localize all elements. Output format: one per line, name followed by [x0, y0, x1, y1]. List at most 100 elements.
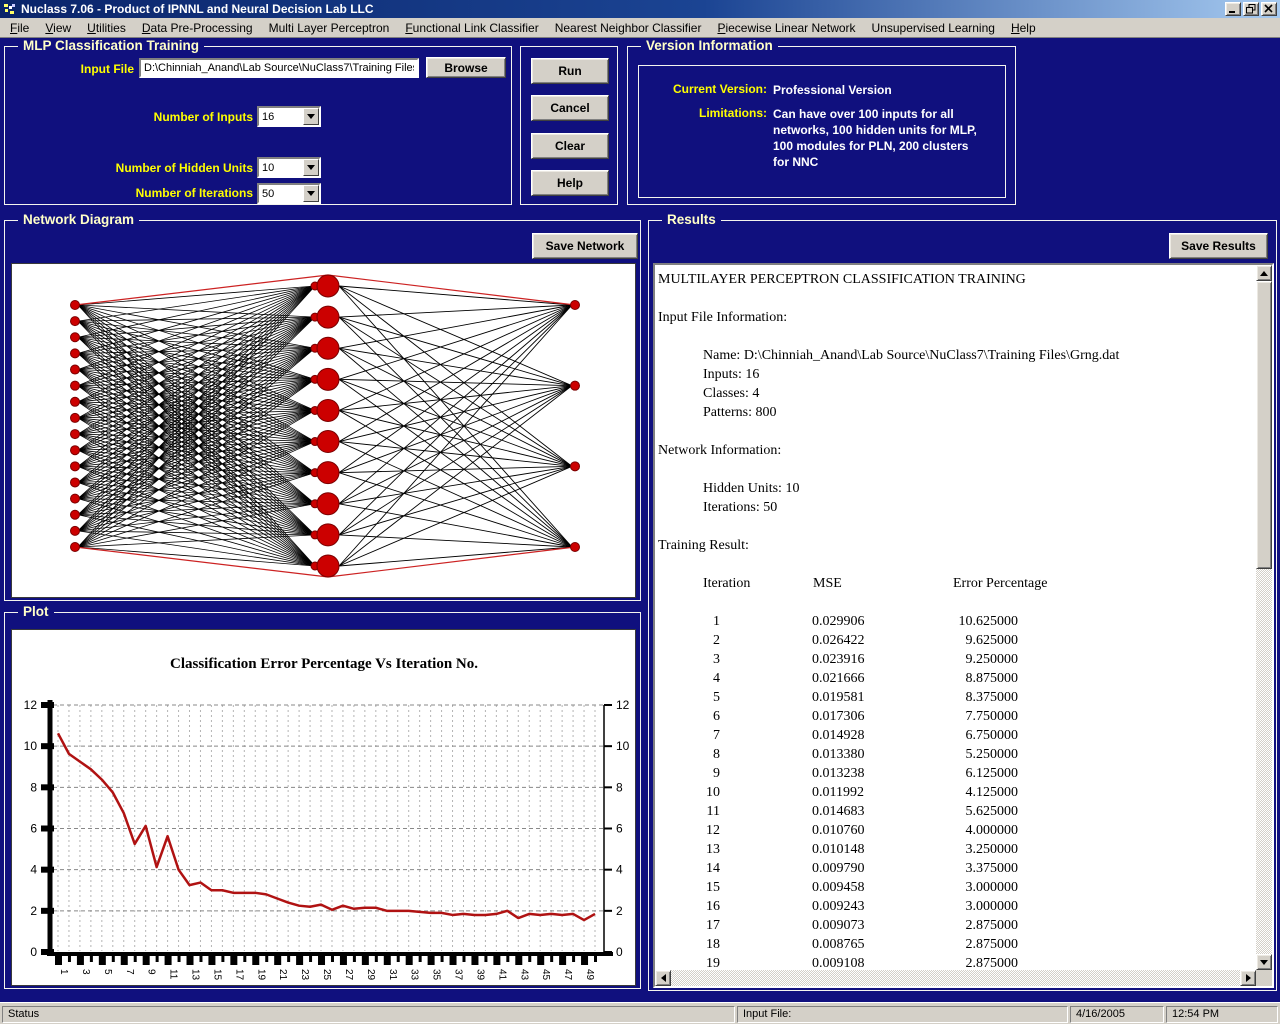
close-button[interactable]: [1261, 2, 1277, 16]
svg-text:49: 49: [584, 969, 595, 981]
classes-line: Classes: 4: [658, 384, 1254, 403]
table-row: 6 0.017306 7.750000: [658, 707, 1254, 726]
num-inputs-combo[interactable]: 16: [257, 106, 321, 127]
limitations-text: Can have over 100 inputs for all network…: [773, 106, 1013, 170]
results-group-title: Results: [662, 212, 721, 227]
menu-item-unsupervised-learning[interactable]: Unsupervised Learning: [864, 18, 1003, 38]
version-group-title: Version Information: [641, 38, 778, 53]
svg-text:23: 23: [299, 969, 310, 981]
arrow-down-icon: [1260, 960, 1268, 965]
cell-error-pct: 6.125000: [932, 764, 1018, 783]
cell-mse: 0.017306: [812, 707, 910, 726]
svg-text:43: 43: [518, 969, 529, 981]
cell-mse: 0.010760: [812, 821, 910, 840]
num-hidden-combo[interactable]: 10: [257, 157, 321, 178]
cancel-button[interactable]: Cancel: [531, 95, 609, 121]
scrollbar-corner: [1256, 970, 1272, 986]
cell-error-pct: 7.750000: [932, 707, 1018, 726]
save-results-button[interactable]: Save Results: [1169, 233, 1268, 259]
save-network-button[interactable]: Save Network: [532, 233, 638, 259]
cell-mse: 0.009073: [812, 916, 910, 935]
menu-item-help[interactable]: Help: [1003, 18, 1044, 38]
num-iterations-combo[interactable]: 50: [257, 183, 321, 204]
horizontal-scrollbar[interactable]: [655, 970, 1256, 986]
help-button[interactable]: Help: [531, 170, 609, 196]
table-row: 8 0.013380 5.250000: [658, 745, 1254, 764]
num-inputs-dropdown-button[interactable]: [303, 108, 319, 125]
svg-text:12: 12: [616, 698, 630, 712]
menu-item-piecewise-linear-network[interactable]: Piecewise Linear Network: [709, 18, 863, 38]
cell-mse: 0.021666: [812, 669, 910, 688]
table-row: 18 0.008765 2.875000: [658, 935, 1254, 954]
chevron-down-icon: [307, 191, 315, 196]
table-row: 17 0.009073 2.875000: [658, 916, 1254, 935]
hidden-units-line: Hidden Units: 10: [658, 479, 1254, 498]
scroll-up-button[interactable]: [1256, 265, 1272, 281]
cell-iteration: 19: [658, 954, 720, 968]
table-row: 1 0.029906 10.625000: [658, 612, 1254, 631]
file-name-line: Name: D:\Chinniah_Anand\Lab Source\NuCla…: [658, 346, 1254, 365]
svg-text:2: 2: [30, 904, 37, 918]
menu-item-view[interactable]: View: [37, 18, 79, 38]
network-diagram-group: Network Diagram Save Network: [4, 220, 641, 601]
svg-text:25: 25: [321, 969, 332, 981]
version-inner-box: Current Version: Professional Version Li…: [638, 65, 1006, 198]
date-cell: 4/16/2005: [1070, 1006, 1164, 1023]
vertical-scroll-thumb[interactable]: [1256, 281, 1272, 569]
cell-iteration: 13: [658, 840, 720, 859]
arrow-up-icon: [1260, 271, 1268, 276]
table-row: 11 0.014683 5.625000: [658, 802, 1254, 821]
inputs-line: Inputs: 16: [658, 365, 1254, 384]
network-info-heading: Network Information:: [658, 441, 1254, 460]
minimize-button[interactable]: [1225, 2, 1241, 16]
cell-iteration: 15: [658, 878, 720, 897]
num-iterations-dropdown-button[interactable]: [303, 185, 319, 202]
cell-error-pct: 3.000000: [932, 897, 1018, 916]
svg-text:19: 19: [255, 969, 266, 981]
svg-text:15: 15: [211, 969, 222, 981]
application-window: { "window": {"title": "Nuclass 7.06 - Pr…: [0, 0, 1280, 1024]
cell-error-pct: 6.750000: [932, 726, 1018, 745]
svg-text:33: 33: [409, 969, 420, 981]
results-textbox[interactable]: MULTILAYER PERCEPTRON CLASSIFICATION TRA…: [653, 263, 1274, 988]
num-hidden-dropdown-button[interactable]: [303, 159, 319, 176]
cell-iteration: 12: [658, 821, 720, 840]
cell-iteration: 11: [658, 802, 720, 821]
svg-text:6: 6: [30, 822, 37, 836]
mlp-group-title: MLP Classification Training: [18, 38, 204, 53]
input-file-input[interactable]: [139, 58, 419, 78]
menu-bar: FileViewUtilitiesData Pre-ProcessingMult…: [0, 18, 1280, 38]
cell-error-pct: 2.875000: [932, 935, 1018, 954]
network-svg: [12, 264, 637, 599]
col-mse: MSE: [813, 574, 842, 593]
clear-button[interactable]: Clear: [531, 133, 609, 159]
scroll-right-button[interactable]: [1240, 970, 1256, 986]
menu-item-file[interactable]: File: [2, 18, 37, 38]
cell-mse: 0.014928: [812, 726, 910, 745]
menu-item-utilities[interactable]: Utilities: [79, 18, 134, 38]
input-file-cell: Input File:: [737, 1006, 1068, 1023]
menu-item-functional-link-classifier[interactable]: Functional Link Classifier: [397, 18, 546, 38]
menu-item-data-pre-processing[interactable]: Data Pre-Processing: [134, 18, 261, 38]
cell-mse: 0.029906: [812, 612, 910, 631]
cell-error-pct: 2.875000: [932, 954, 1018, 968]
svg-text:8: 8: [616, 780, 623, 794]
results-title: MULTILAYER PERCEPTRON CLASSIFICATION TRA…: [658, 270, 1254, 289]
cell-error-pct: 3.000000: [932, 878, 1018, 897]
menu-item-multi-layer-perceptron[interactable]: Multi Layer Perceptron: [261, 18, 398, 38]
menu-item-nearest-neighbor-classifier[interactable]: Nearest Neighbor Classifier: [547, 18, 710, 38]
restore-button[interactable]: [1243, 2, 1259, 16]
svg-text:47: 47: [562, 969, 573, 981]
scroll-down-button[interactable]: [1256, 954, 1272, 970]
cell-mse: 0.013238: [812, 764, 910, 783]
run-button[interactable]: Run: [531, 58, 609, 84]
time-cell: 12:54 PM: [1166, 1006, 1278, 1023]
table-row: 5 0.019581 8.375000: [658, 688, 1254, 707]
browse-button[interactable]: Browse: [426, 57, 506, 78]
vertical-scrollbar[interactable]: [1256, 265, 1272, 970]
limitations-label: Limitations:: [651, 106, 767, 120]
cell-error-pct: 10.625000: [932, 612, 1018, 631]
num-inputs-value: 16: [259, 111, 303, 123]
scroll-left-button[interactable]: [655, 970, 671, 986]
svg-text:4: 4: [30, 863, 37, 877]
